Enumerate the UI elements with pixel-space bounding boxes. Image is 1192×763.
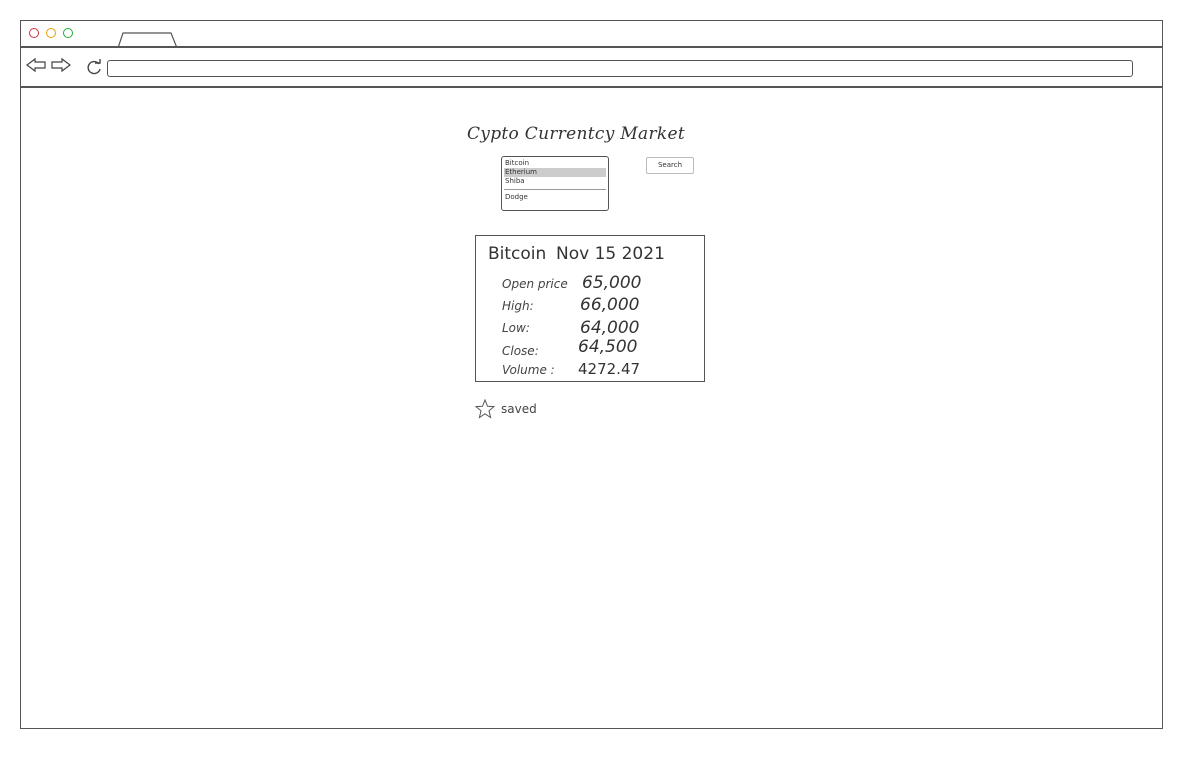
browser-tab[interactable]	[117, 21, 179, 48]
price-card: Bitcoin Nov 15 2021 Open price 65,000 Hi…	[475, 235, 705, 382]
navigation-bar	[21, 48, 1162, 88]
saved-label[interactable]: saved	[501, 402, 537, 416]
low-label: Low:	[502, 321, 530, 335]
reload-icon[interactable]	[85, 58, 103, 76]
open-price-value: 65,000	[582, 273, 642, 293]
card-date: Nov 15 2021	[556, 244, 665, 264]
search-button[interactable]: Search	[646, 157, 694, 174]
coin-option-selected[interactable]: Etherium	[504, 168, 606, 177]
coin-listbox[interactable]: Bitcoin Etherium Shiba Dodge	[501, 156, 609, 211]
volume-value: 4272.47	[578, 360, 641, 378]
star-icon[interactable]	[475, 399, 495, 419]
maximize-window-button[interactable]	[63, 28, 73, 38]
coin-option[interactable]: Dodge	[504, 189, 606, 202]
low-value: 64,000	[580, 318, 640, 338]
high-value: 66,000	[580, 295, 640, 315]
close-window-button[interactable]	[29, 28, 39, 38]
minimize-window-button[interactable]	[46, 28, 56, 38]
page-title: Cypto Currentcy Market	[467, 124, 686, 144]
coin-option[interactable]: Bitcoin	[504, 159, 606, 168]
address-bar[interactable]	[107, 60, 1133, 77]
volume-label: Volume :	[502, 363, 555, 377]
title-bar	[21, 21, 1162, 48]
open-price-label: Open price	[502, 277, 568, 291]
browser-window: Cypto Currentcy Market Bitcoin Etherium …	[20, 20, 1163, 729]
close-value: 64,500	[578, 337, 638, 357]
close-label: Close:	[502, 344, 539, 358]
coin-option[interactable]: Shiba	[504, 177, 606, 186]
forward-arrow-icon[interactable]	[51, 57, 71, 73]
card-coin-name: Bitcoin	[488, 244, 547, 264]
page-content: Cypto Currentcy Market Bitcoin Etherium …	[21, 88, 1162, 728]
high-label: High:	[502, 299, 534, 313]
back-arrow-icon[interactable]	[26, 57, 46, 73]
